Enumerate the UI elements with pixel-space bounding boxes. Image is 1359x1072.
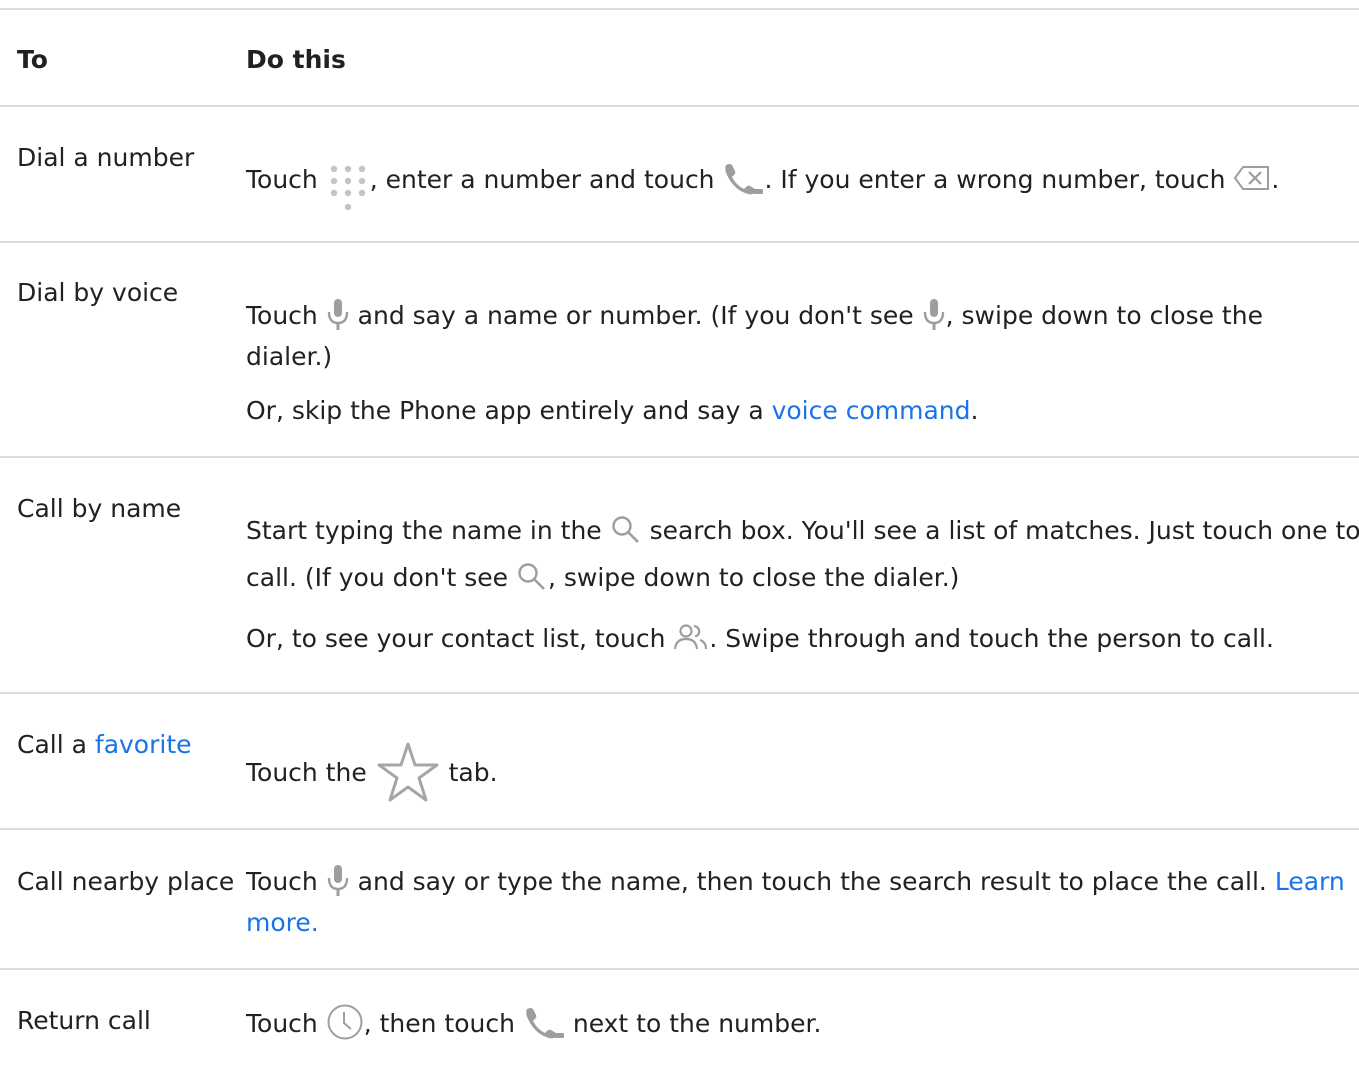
row-divider (0, 456, 1359, 458)
table-row-label: Dial a number (17, 143, 195, 172)
phone-icon (722, 161, 764, 195)
learn-more-link[interactable]: more. (246, 903, 319, 943)
table-row-label: Call by name (17, 494, 182, 523)
star-icon (375, 740, 441, 806)
search-icon (610, 514, 642, 544)
column-header-do-this: Do this (246, 45, 346, 74)
table-row-instruction: Start typing the name in the search box.… (246, 514, 1359, 545)
table-row-instruction: Or, skip the Phone app entirely and say … (246, 396, 979, 425)
learn-more-link[interactable]: Learn (1275, 867, 1345, 896)
table-row-instruction: Touch and say a name or number. (If you … (246, 296, 1263, 336)
table-row-instruction: Touch , enter a number and touch . If yo… (246, 153, 1279, 211)
table-row-label: Return call (17, 1006, 151, 1035)
row-divider (0, 968, 1359, 970)
table-row-instruction: Touch the tab. (246, 741, 498, 807)
contacts-icon (673, 622, 709, 652)
clock-icon (326, 1003, 364, 1041)
column-header-to: To (17, 45, 48, 74)
table-row-instruction: Touch and say or type the name, then tou… (246, 862, 1345, 902)
microphone-icon (922, 297, 946, 331)
table-row-instruction: Or, to see your contact list, touch . Sw… (246, 622, 1274, 653)
row-divider (0, 241, 1359, 243)
row-divider (0, 828, 1359, 830)
table-row-instruction: Touch , then touch next to the number. (246, 1004, 821, 1044)
table-row-instruction: call. (If you don't see , swipe down to … (246, 561, 960, 592)
voice-command-link[interactable]: voice command (772, 396, 971, 425)
dialpad-icon (326, 163, 370, 219)
table-row-instruction: dialer.) (246, 342, 333, 371)
table-row-label: Call a favorite (17, 730, 192, 759)
microphone-icon (326, 863, 350, 897)
microphone-icon (326, 297, 350, 331)
header-divider (0, 105, 1359, 107)
backspace-icon (1233, 164, 1271, 192)
favorite-link[interactable]: favorite (95, 730, 192, 759)
search-icon (516, 561, 548, 591)
row-divider (0, 692, 1359, 694)
phone-icon (523, 1005, 565, 1039)
table-row-label: Call nearby place (17, 867, 235, 896)
table-top-border (0, 8, 1359, 10)
table-row-label: Dial by voice (17, 278, 179, 307)
